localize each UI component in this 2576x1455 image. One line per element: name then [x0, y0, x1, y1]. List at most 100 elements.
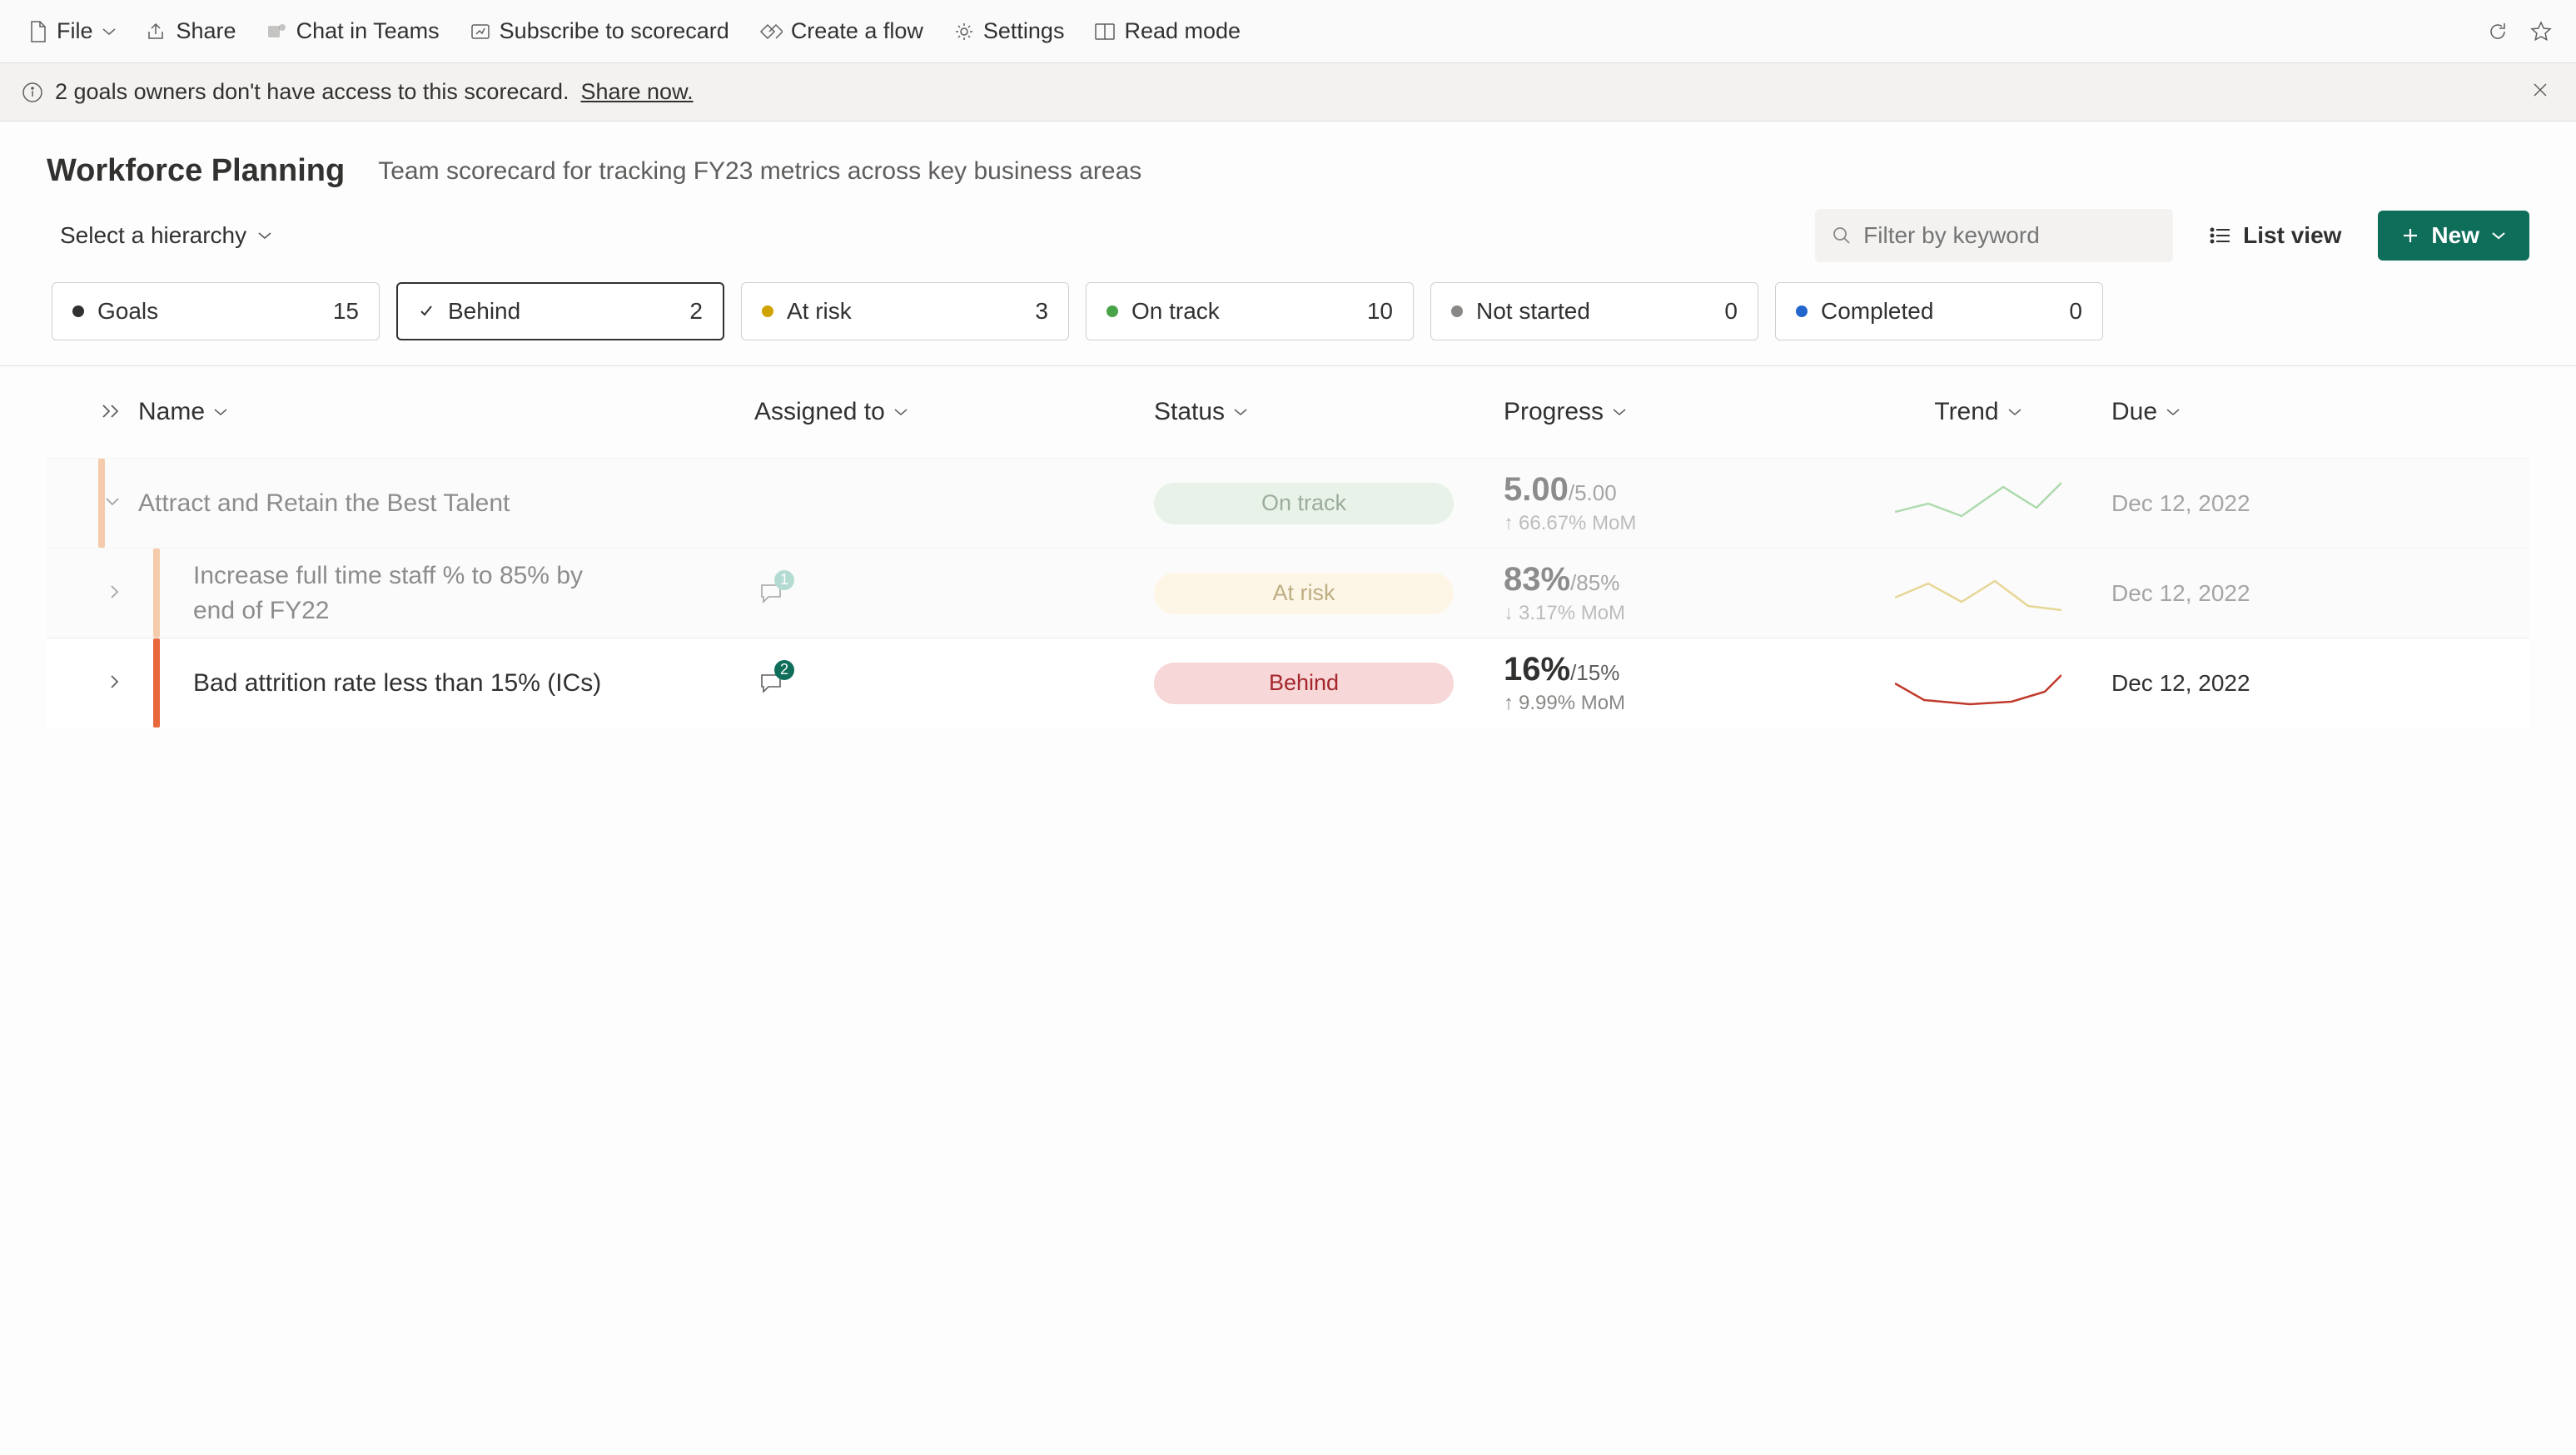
- goal-name: Bad attrition rate less than 15% (ICs): [193, 666, 601, 701]
- chevron-double-right-icon: [100, 403, 122, 420]
- trend-arrow-icon: ↓: [1504, 602, 1514, 625]
- hierarchy-picker[interactable]: Select a hierarchy: [47, 214, 286, 257]
- progress-block: 5.00/5.00 ↑66.67% MoM: [1504, 471, 1636, 535]
- chevron-down-icon: [256, 230, 273, 241]
- read-icon: [1094, 22, 1116, 41]
- refresh-icon: [2486, 20, 2509, 43]
- page-subtitle: Team scorecard for tracking FY23 metrics…: [378, 157, 1141, 186]
- search-box[interactable]: [1815, 209, 2173, 262]
- status-stripe: [153, 549, 160, 638]
- col-progress[interactable]: Progress: [1504, 398, 1845, 426]
- chevron-down-icon: [1612, 407, 1627, 417]
- status-card-completed[interactable]: Completed0: [1775, 282, 2103, 340]
- share-now-link[interactable]: Share now.: [580, 79, 693, 105]
- status-card-count: 10: [1367, 298, 1393, 325]
- chevron-down-icon: [2166, 407, 2181, 417]
- progress-value: 5.00: [1504, 471, 1569, 508]
- status-dot: [1796, 305, 1808, 317]
- status-dot: [1106, 305, 1118, 317]
- sub-header: Select a hierarchy List view New: [0, 201, 2576, 282]
- trend-arrow-icon: ↑: [1504, 512, 1514, 535]
- trend-arrow-icon: ↑: [1504, 692, 1514, 715]
- teams-icon: [266, 21, 288, 42]
- subscribe-label: Subscribe to scorecard: [500, 18, 729, 44]
- read-button[interactable]: Read mode: [1082, 12, 1252, 51]
- hierarchy-label: Select a hierarchy: [60, 222, 246, 249]
- table-row[interactable]: Attract and Retain the Best TalentOn tra…: [47, 458, 2529, 548]
- file-menu[interactable]: File: [17, 12, 128, 51]
- chevron-down-icon: [2007, 407, 2022, 417]
- status-card-on-track[interactable]: On track10: [1086, 282, 1414, 340]
- chat-label: Chat in Teams: [296, 18, 440, 44]
- status-card-count: 3: [1035, 298, 1048, 325]
- status-card-behind[interactable]: Behind 2: [396, 282, 724, 340]
- progress-delta: 9.99% MoM: [1519, 692, 1625, 715]
- expand-toggle[interactable]: [103, 495, 122, 511]
- new-label: New: [2431, 222, 2479, 249]
- read-label: Read mode: [1124, 18, 1241, 44]
- table-row[interactable]: Bad attrition rate less than 15% (ICs)2B…: [47, 638, 2529, 728]
- plus-icon: [2401, 226, 2419, 245]
- col-status[interactable]: Status: [1154, 398, 1504, 426]
- listview-label: List view: [2243, 222, 2341, 249]
- due-date: Dec 12, 2022: [2111, 670, 2250, 697]
- chat-button[interactable]: Chat in Teams: [255, 12, 451, 51]
- chevron-down-icon: [2491, 231, 2506, 241]
- flow-button[interactable]: Create a flow: [748, 12, 935, 51]
- share-label: Share: [177, 18, 236, 44]
- progress-value: 83%: [1504, 561, 1570, 598]
- search-icon: [1832, 226, 1852, 246]
- flow-label: Create a flow: [791, 18, 923, 44]
- settings-label: Settings: [983, 18, 1065, 44]
- flow-icon: [759, 22, 783, 41]
- status-cards-row: Goals15 Behind 2 At risk3 On track10 Not star…: [0, 282, 2576, 366]
- infobar-close[interactable]: [2526, 74, 2554, 110]
- progress-value: 16%: [1504, 651, 1570, 688]
- table-row[interactable]: Increase full time staff % to 85% by end…: [47, 548, 2529, 638]
- share-icon: [147, 22, 168, 42]
- infobar-text: 2 goals owners don't have access to this…: [55, 79, 569, 105]
- goal-name: Increase full time staff % to 85% by end…: [193, 559, 626, 628]
- col-due[interactable]: Due: [2111, 398, 2529, 426]
- new-button[interactable]: New: [2378, 211, 2529, 261]
- chevron-down-icon: [1233, 407, 1248, 417]
- settings-button[interactable]: Settings: [942, 12, 1077, 51]
- due-date: Dec 12, 2022: [2111, 580, 2250, 607]
- status-card-goals[interactable]: Goals15: [52, 282, 380, 340]
- due-date: Dec 12, 2022: [2111, 490, 2250, 517]
- refresh-button[interactable]: [2479, 13, 2516, 50]
- list-icon: [2210, 226, 2231, 245]
- comment-badge[interactable]: 1: [754, 577, 788, 610]
- status-card-at-risk[interactable]: At risk3: [741, 282, 1069, 340]
- listview-button[interactable]: List view: [2196, 214, 2355, 257]
- share-button[interactable]: Share: [135, 12, 248, 51]
- status-stripe: [98, 459, 105, 548]
- subscribe-button[interactable]: Subscribe to scorecard: [458, 12, 741, 51]
- col-assigned[interactable]: Assigned to: [754, 398, 1154, 426]
- comment-badge[interactable]: 2: [754, 667, 788, 700]
- favorite-button[interactable]: [2523, 13, 2559, 50]
- progress-target: /5.00: [1569, 480, 1617, 505]
- expand-toggle[interactable]: [53, 673, 122, 693]
- progress-delta: 3.17% MoM: [1519, 602, 1625, 625]
- progress-delta: 66.67% MoM: [1519, 512, 1636, 535]
- status-dot: [1451, 305, 1463, 317]
- file-icon: [28, 20, 48, 43]
- check-icon: [418, 303, 435, 320]
- col-name[interactable]: Name: [138, 398, 754, 426]
- status-card-label: Behind: [448, 298, 520, 325]
- status-pill: On track: [1154, 483, 1454, 524]
- col-trend[interactable]: Trend: [1845, 398, 2111, 426]
- status-card-count: 2: [689, 298, 703, 325]
- progress-target: /85%: [1570, 570, 1619, 595]
- progress-block: 16%/15%↑9.99% MoM: [1504, 651, 1625, 715]
- app-toolbar: File Share Chat in Teams Subscribe to sc…: [0, 0, 2576, 63]
- expand-all-button[interactable]: [100, 398, 122, 426]
- status-pill: At risk: [1154, 573, 1454, 614]
- page-header: Workforce Planning Team scorecard for tr…: [0, 122, 2576, 201]
- page-title: Workforce Planning: [47, 153, 345, 189]
- search-input[interactable]: [1863, 222, 2156, 249]
- expand-toggle[interactable]: [53, 583, 122, 603]
- status-card-not-started[interactable]: Not started0: [1430, 282, 1758, 340]
- status-stripe: [153, 638, 160, 728]
